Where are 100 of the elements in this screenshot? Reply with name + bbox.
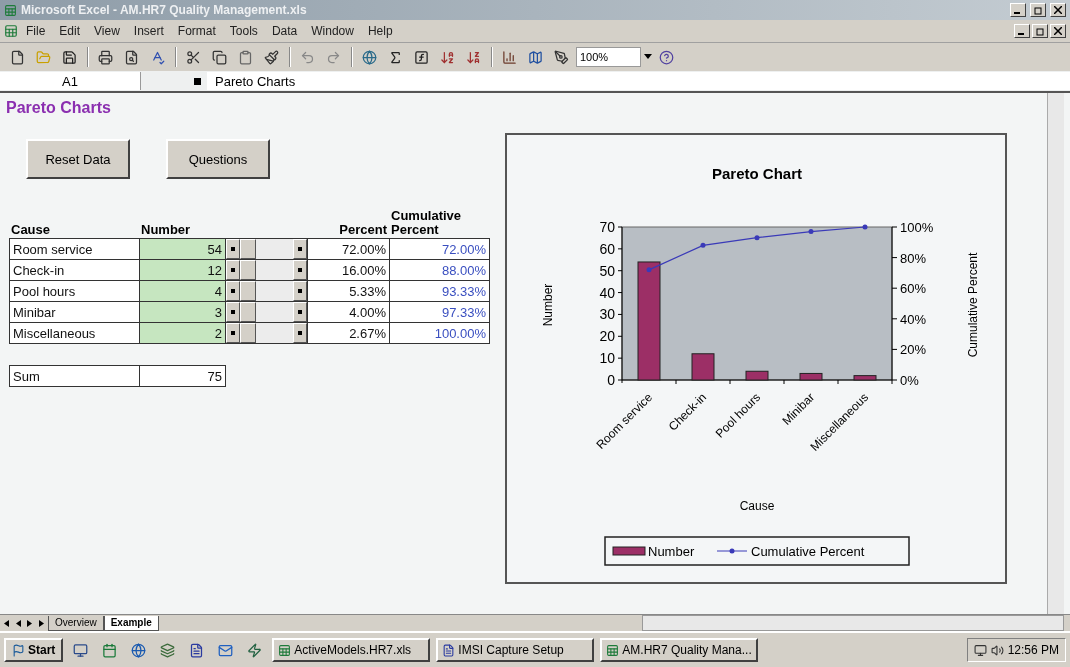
sort-ascending-icon	[440, 49, 455, 65]
scroll-left-button[interactable]	[226, 281, 240, 301]
menu-item[interactable]: View	[88, 22, 126, 40]
line-point	[862, 224, 868, 230]
table-cell[interactable]: 12	[139, 259, 226, 281]
table-cell: 72.00%	[307, 238, 390, 260]
scroll-right-button[interactable]	[293, 260, 307, 280]
table-cell: 16.00%	[307, 259, 390, 281]
tick-label: 0	[607, 372, 615, 388]
scroll-thumb[interactable]	[240, 260, 256, 280]
scroll-left-button[interactable]	[226, 323, 240, 343]
tick-label: 100%	[900, 220, 934, 235]
start-button[interactable]: Start	[4, 638, 64, 662]
scroll-left-button[interactable]	[226, 302, 240, 322]
spreadsheet-icon	[606, 643, 620, 657]
undo-icon	[300, 49, 315, 65]
scroll-right-button[interactable]	[293, 323, 307, 343]
column-header: Number	[140, 221, 192, 238]
dropdown-arrow-icon[interactable]	[644, 54, 652, 60]
sheet-tab[interactable]: Example	[103, 615, 159, 631]
globe-icon	[131, 642, 147, 658]
menu-item[interactable]: Window	[305, 22, 360, 40]
pen-icon	[554, 49, 569, 65]
scroll-thumb[interactable]	[240, 323, 256, 343]
minimize-button[interactable]	[1014, 24, 1030, 38]
zoom-field[interactable]: 100%	[576, 47, 641, 67]
sheet-button[interactable]: Reset Data	[26, 139, 130, 179]
table-cell[interactable]: 2	[139, 322, 226, 344]
menu-item[interactable]: Data	[265, 22, 304, 40]
chart-title: Pareto Chart	[712, 165, 802, 182]
menu-item[interactable]: File	[20, 22, 52, 40]
formula-field[interactable]: Pareto Charts	[207, 72, 1070, 90]
axis-title: Cause	[739, 499, 775, 513]
restore-button[interactable]	[1032, 24, 1048, 38]
tick-label: 60%	[900, 281, 927, 297]
scroll-thumb[interactable]	[240, 239, 256, 259]
column-header: Cumulative Percent	[390, 209, 463, 238]
close-icon	[1054, 6, 1062, 14]
table-cell: 72.00%	[389, 238, 490, 260]
layers-icon	[160, 642, 176, 658]
close-button[interactable]	[1050, 24, 1066, 38]
scroll-bar[interactable]	[225, 259, 308, 281]
copy-icon	[212, 49, 227, 65]
axis-title: Cumulative Percent	[966, 252, 980, 358]
scroll-bar[interactable]	[225, 238, 308, 260]
line-point	[754, 235, 760, 241]
windows-flag-icon	[12, 643, 25, 657]
menu-item[interactable]: Edit	[53, 22, 87, 40]
scroll-right-button[interactable]	[293, 302, 307, 322]
table-cell[interactable]: 54	[139, 238, 226, 260]
spreadsheet-icon	[278, 643, 292, 657]
bar	[745, 370, 769, 381]
column-header: Cause	[10, 221, 52, 238]
menu-item[interactable]: Insert	[127, 22, 170, 40]
sort-descending-icon	[466, 49, 481, 65]
table-cell[interactable]: 4	[139, 280, 226, 302]
sheet-button[interactable]: Questions	[166, 139, 270, 179]
scroll-right-button[interactable]	[293, 239, 307, 259]
table-cell: 88.00%	[389, 259, 490, 281]
name-box[interactable]: A1	[0, 72, 141, 90]
restore-button[interactable]	[1030, 3, 1046, 17]
tick-label: 20%	[900, 342, 927, 358]
tick-label: 70	[599, 219, 615, 235]
scroll-left-button[interactable]	[226, 260, 240, 280]
legend-line	[716, 548, 748, 554]
minimize-button[interactable]	[1010, 3, 1026, 17]
column-header: Percent	[338, 221, 388, 238]
scroll-right-button[interactable]	[293, 281, 307, 301]
menu-item[interactable]: Help	[361, 22, 399, 40]
globe-icon	[362, 49, 377, 65]
enter-mark-icon	[194, 77, 201, 85]
close-button[interactable]	[1050, 3, 1066, 17]
line-point	[646, 267, 652, 273]
menu-item[interactable]: Format	[171, 22, 222, 40]
bar	[691, 353, 715, 381]
vertical-scroll-bar[interactable]	[1047, 93, 1064, 614]
table-cell: Sum	[9, 365, 140, 387]
horizontal-scroll-bar[interactable]	[642, 615, 1064, 631]
scroll-left-button[interactable]	[226, 239, 240, 259]
taskbar-button[interactable]: AM.HR7 Quality Mana...	[600, 638, 759, 662]
scroll-thumb[interactable]	[240, 281, 256, 301]
taskbar-button[interactable]: ActiveModels.HR7.xls	[272, 638, 431, 662]
taskbar-button[interactable]: IMSI Capture Setup	[436, 638, 595, 662]
menu-item[interactable]: Tools	[223, 22, 264, 40]
scroll-thumb[interactable]	[240, 302, 256, 322]
function-icon	[414, 49, 429, 65]
printer-icon	[98, 49, 113, 65]
desktop-icon	[73, 642, 89, 658]
scroll-bar[interactable]	[225, 301, 308, 323]
scroll-bar[interactable]	[225, 280, 308, 302]
scroll-bar[interactable]	[225, 322, 308, 344]
sheet-tab[interactable]: Overview	[48, 615, 104, 631]
table-cell[interactable]: 3	[139, 301, 226, 323]
table-cell: Minibar	[9, 301, 140, 323]
tick-label: 30	[599, 306, 615, 323]
window-title: Microsoft Excel - AM.HR7 Quality Management.xls	[21, 3, 308, 17]
tick-label: 40%	[900, 311, 927, 327]
table-cell: 5.33%	[307, 280, 390, 302]
clock: 12:56 PM	[1007, 643, 1059, 657]
speaker-icon	[990, 643, 1004, 657]
